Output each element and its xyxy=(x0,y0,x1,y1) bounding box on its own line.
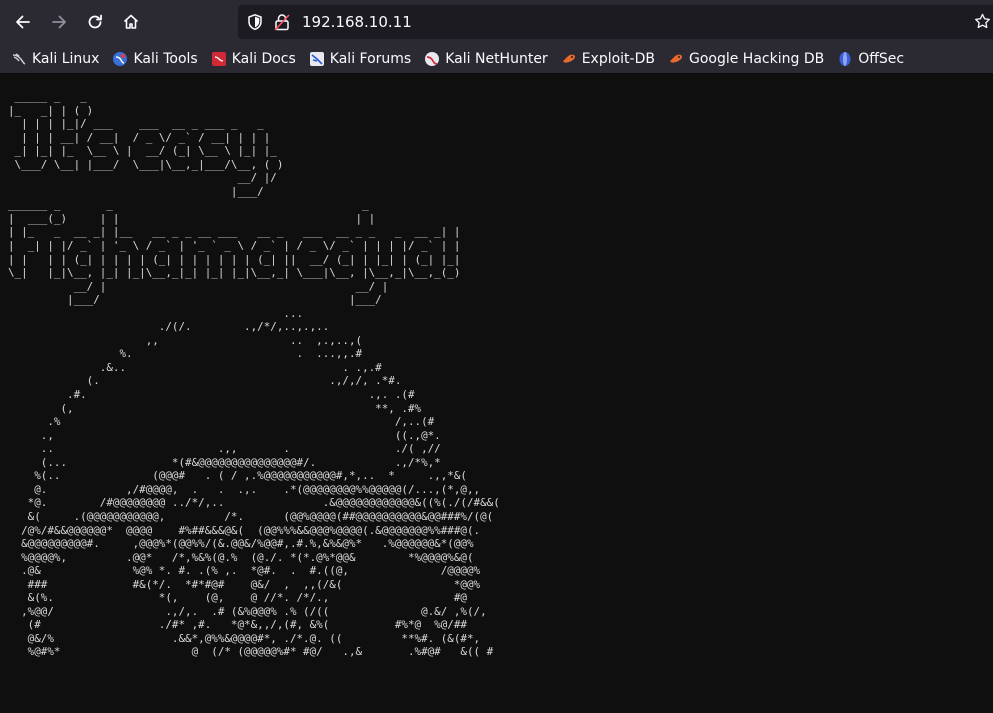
reload-button[interactable] xyxy=(77,4,113,40)
kali-docs-icon xyxy=(211,51,227,67)
url-text[interactable]: 192.168.10.11 xyxy=(302,13,412,31)
address-bar[interactable]: 192.168.10.11 xyxy=(238,5,993,39)
forward-arrow-icon xyxy=(52,15,66,29)
bookmark-label: Kali NetHunter xyxy=(445,50,548,67)
kali-dragon-icon xyxy=(11,51,27,67)
google-hacking-db-icon xyxy=(668,51,684,67)
bookmark-kali-docs[interactable]: Kali Docs xyxy=(211,51,296,67)
back-arrow-icon xyxy=(16,15,30,29)
navigation-toolbar: 192.168.10.11 xyxy=(0,0,993,44)
page-content: _____ _ _ |_ _| | ( ) | | | |_|/ ___ ___… xyxy=(0,74,993,713)
kali-tools-icon xyxy=(112,51,128,67)
bookmark-kali-forums[interactable]: Kali Forums xyxy=(309,51,411,67)
bookmark-label: Exploit-DB xyxy=(581,50,655,67)
back-button[interactable] xyxy=(5,4,41,40)
bookmark-label: Google Hacking DB xyxy=(688,50,825,67)
insecure-lock-icon[interactable] xyxy=(274,13,290,31)
shield-icon[interactable] xyxy=(246,13,264,31)
reload-icon xyxy=(88,14,102,29)
kali-forums-icon xyxy=(309,51,325,67)
bookmark-kali-linux[interactable]: Kali Linux xyxy=(11,51,99,67)
bookmark-label: Kali Linux xyxy=(32,50,100,67)
home-icon xyxy=(123,14,139,29)
bookmark-offsec[interactable]: OffSec xyxy=(837,51,904,67)
bookmark-label: Kali Docs xyxy=(231,50,296,67)
kali-nethunter-icon xyxy=(424,51,440,67)
bookmark-kali-tools[interactable]: Kali Tools xyxy=(112,50,198,67)
browser-chrome: 192.168.10.11 Kali Linux Kali Tools Kali… xyxy=(0,0,993,74)
home-button[interactable] xyxy=(113,4,149,40)
bookmark-star-icon[interactable] xyxy=(974,13,991,30)
bookmark-label: Kali Forums xyxy=(329,50,412,67)
bookmark-kali-nethunter[interactable]: Kali NetHunter xyxy=(424,50,548,67)
bookmark-google-hacking-db[interactable]: Google Hacking DB xyxy=(668,51,824,67)
bookmarks-toolbar: Kali Linux Kali Tools Kali Docs Kali For… xyxy=(0,44,993,74)
exploit-db-icon xyxy=(561,51,577,67)
bookmark-label: Kali Tools xyxy=(133,50,198,67)
forward-button[interactable] xyxy=(41,4,77,40)
ascii-art-banner: _____ _ _ |_ _| | ( ) | | | |_|/ ___ ___… xyxy=(8,90,500,659)
bookmark-label: OffSec xyxy=(858,50,905,67)
bookmark-exploit-db[interactable]: Exploit-DB xyxy=(561,51,655,67)
offsec-icon xyxy=(837,51,853,67)
